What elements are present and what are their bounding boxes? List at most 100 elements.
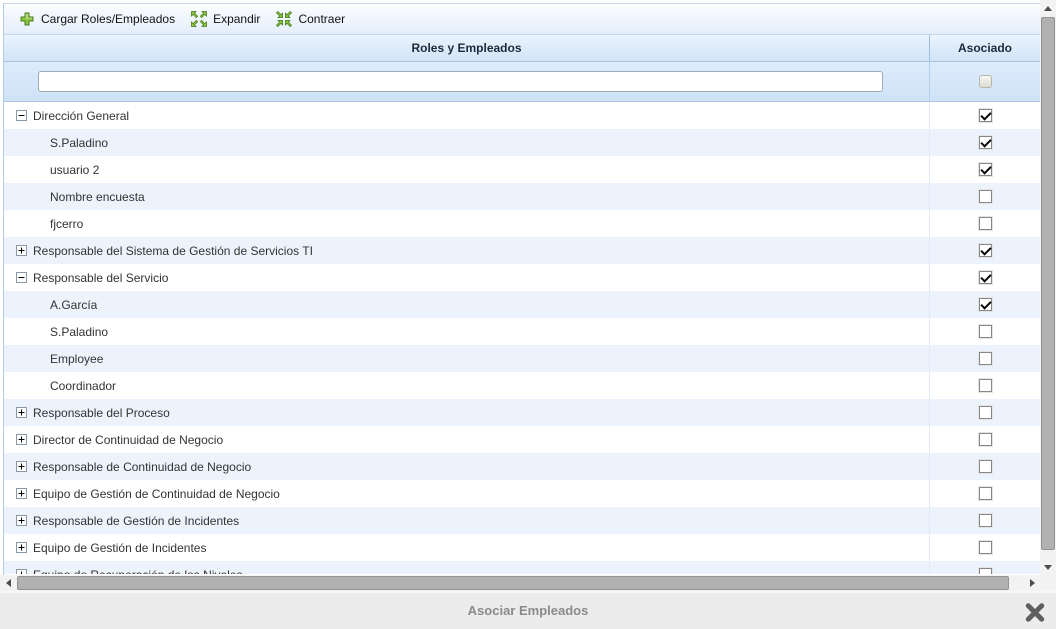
plus-icon <box>19 11 35 27</box>
expand-node-icon[interactable] <box>16 569 27 574</box>
tree-row-role[interactable]: Equipo de Recuperación de los Niveles <box>4 561 1040 574</box>
tree-row-role[interactable]: Dirección General <box>4 102 1040 129</box>
vertical-scrollbar[interactable] <box>1040 0 1056 575</box>
tree-row-employee[interactable]: Coordinador <box>4 372 1040 399</box>
associated-cell <box>930 264 1040 291</box>
tree-cell: Equipo de Gestión de Incidentes <box>4 534 930 561</box>
horizontal-scrollbar-thumb[interactable] <box>17 576 1009 590</box>
associated-checkbox[interactable] <box>979 514 992 527</box>
load-roles-employees-label: Cargar Roles/Empleados <box>41 12 175 26</box>
associated-checkbox[interactable] <box>979 379 992 392</box>
expand-node-icon[interactable] <box>16 461 27 472</box>
dialog-content: Cargar Roles/Empleados Expandir <box>3 3 1040 575</box>
associated-cell <box>930 345 1040 372</box>
tree-cell: Responsable del Servicio <box>4 264 930 291</box>
tree-row-employee[interactable]: Nombre encuesta <box>4 183 1040 210</box>
expand-node-icon[interactable] <box>16 542 27 553</box>
tree-cell: Equipo de Recuperación de los Niveles <box>4 561 930 574</box>
scroll-right-button[interactable] <box>1024 575 1040 591</box>
tree-row-employee[interactable]: S.Paladino <box>4 129 1040 156</box>
tree-row-role[interactable]: Responsable del Sistema de Gestión de Se… <box>4 237 1040 264</box>
close-button[interactable] <box>1025 602 1045 622</box>
tree-cell: Responsable del Proceso <box>4 399 930 426</box>
tree-row-employee[interactable]: Employee <box>4 345 1040 372</box>
tree-row-employee[interactable]: fjcerro <box>4 210 1040 237</box>
row-label: A.García <box>50 298 97 312</box>
row-label: Coordinador <box>50 379 116 393</box>
row-label: S.Paladino <box>50 325 108 339</box>
associated-cell <box>930 534 1040 561</box>
row-label: Nombre encuesta <box>50 190 145 204</box>
associated-checkbox[interactable] <box>979 190 992 203</box>
tree-cell: Employee <box>4 345 930 372</box>
row-label: S.Paladino <box>50 136 108 150</box>
collapse-all-button[interactable]: Contraer <box>268 8 353 30</box>
associated-checkbox[interactable] <box>979 487 992 500</box>
left-arrow-icon <box>6 579 11 587</box>
associated-checkbox[interactable] <box>979 217 992 230</box>
tree-row-role[interactable]: Equipo de Gestión de Incidentes <box>4 534 1040 561</box>
tree-cell: A.García <box>4 291 930 318</box>
tree-cell: Equipo de Gestión de Continuidad de Nego… <box>4 480 930 507</box>
associated-checkbox[interactable] <box>979 298 992 311</box>
toolbar: Cargar Roles/Empleados Expandir <box>4 4 1040 35</box>
filter-row <box>4 62 1040 102</box>
column-header-roles-empleados[interactable]: Roles y Empleados <box>4 35 930 61</box>
tree-row-role[interactable]: Responsable del Proceso <box>4 399 1040 426</box>
row-label: Equipo de Recuperación de los Niveles <box>33 568 242 575</box>
column-header-asociado[interactable]: Asociado <box>930 35 1040 61</box>
associated-checkbox[interactable] <box>979 109 992 122</box>
row-label: Responsable del Servicio <box>33 271 168 285</box>
associated-cell <box>930 129 1040 156</box>
expand-node-icon[interactable] <box>16 515 27 526</box>
tree-cell: S.Paladino <box>4 318 930 345</box>
tree-row-employee[interactable]: usuario 2 <box>4 156 1040 183</box>
expand-node-icon[interactable] <box>16 434 27 445</box>
horizontal-scrollbar[interactable] <box>0 575 1040 591</box>
collapse-node-icon[interactable] <box>16 110 27 121</box>
tree-row-role[interactable]: Responsable de Continuidad de Negocio <box>4 453 1040 480</box>
arrows-out-icon <box>191 11 207 27</box>
scroll-down-button[interactable] <box>1040 559 1056 575</box>
tree-row-role[interactable]: Responsable de Gestión de Incidentes <box>4 507 1040 534</box>
associated-cell <box>930 561 1040 574</box>
associated-checkbox[interactable] <box>979 568 992 574</box>
collapse-node-icon[interactable] <box>16 272 27 283</box>
tree-cell: Coordinador <box>4 372 930 399</box>
filter-input[interactable] <box>38 71 883 92</box>
row-label: fjcerro <box>50 217 83 231</box>
associated-cell <box>930 480 1040 507</box>
expand-all-label: Expandir <box>213 12 260 26</box>
scroll-left-button[interactable] <box>0 575 16 591</box>
tree-row-employee[interactable]: A.García <box>4 291 1040 318</box>
tree-row-employee[interactable]: S.Paladino <box>4 318 1040 345</box>
associated-checkbox[interactable] <box>979 460 992 473</box>
associated-checkbox[interactable] <box>979 244 992 257</box>
row-label: Director de Continuidad de Negocio <box>33 433 223 447</box>
tree-cell: S.Paladino <box>4 129 930 156</box>
dialog-footer: Asociar Empleados <box>0 591 1056 629</box>
load-roles-employees-button[interactable]: Cargar Roles/Empleados <box>11 8 183 30</box>
tree-row-role[interactable]: Equipo de Gestión de Continuidad de Nego… <box>4 480 1040 507</box>
associated-checkbox[interactable] <box>979 352 992 365</box>
tree-cell: fjcerro <box>4 210 930 237</box>
associated-checkbox[interactable] <box>979 541 992 554</box>
associated-checkbox[interactable] <box>979 136 992 149</box>
associated-checkbox[interactable] <box>979 163 992 176</box>
expand-all-button[interactable]: Expandir <box>183 8 268 30</box>
associated-checkbox[interactable] <box>979 271 992 284</box>
associated-cell <box>930 507 1040 534</box>
associated-checkbox[interactable] <box>979 406 992 419</box>
scroll-up-button[interactable] <box>1040 0 1056 16</box>
associated-checkbox[interactable] <box>979 325 992 338</box>
tree-row-role[interactable]: Responsable del Servicio <box>4 264 1040 291</box>
expand-node-icon[interactable] <box>16 488 27 499</box>
associated-checkbox[interactable] <box>979 433 992 446</box>
tree-row-role[interactable]: Director de Continuidad de Negocio <box>4 426 1040 453</box>
expand-node-icon[interactable] <box>16 245 27 256</box>
vertical-scrollbar-thumb[interactable] <box>1041 17 1055 550</box>
associated-cell <box>930 183 1040 210</box>
associated-cell <box>930 318 1040 345</box>
filter-associated-cell <box>930 62 1040 101</box>
expand-node-icon[interactable] <box>16 407 27 418</box>
